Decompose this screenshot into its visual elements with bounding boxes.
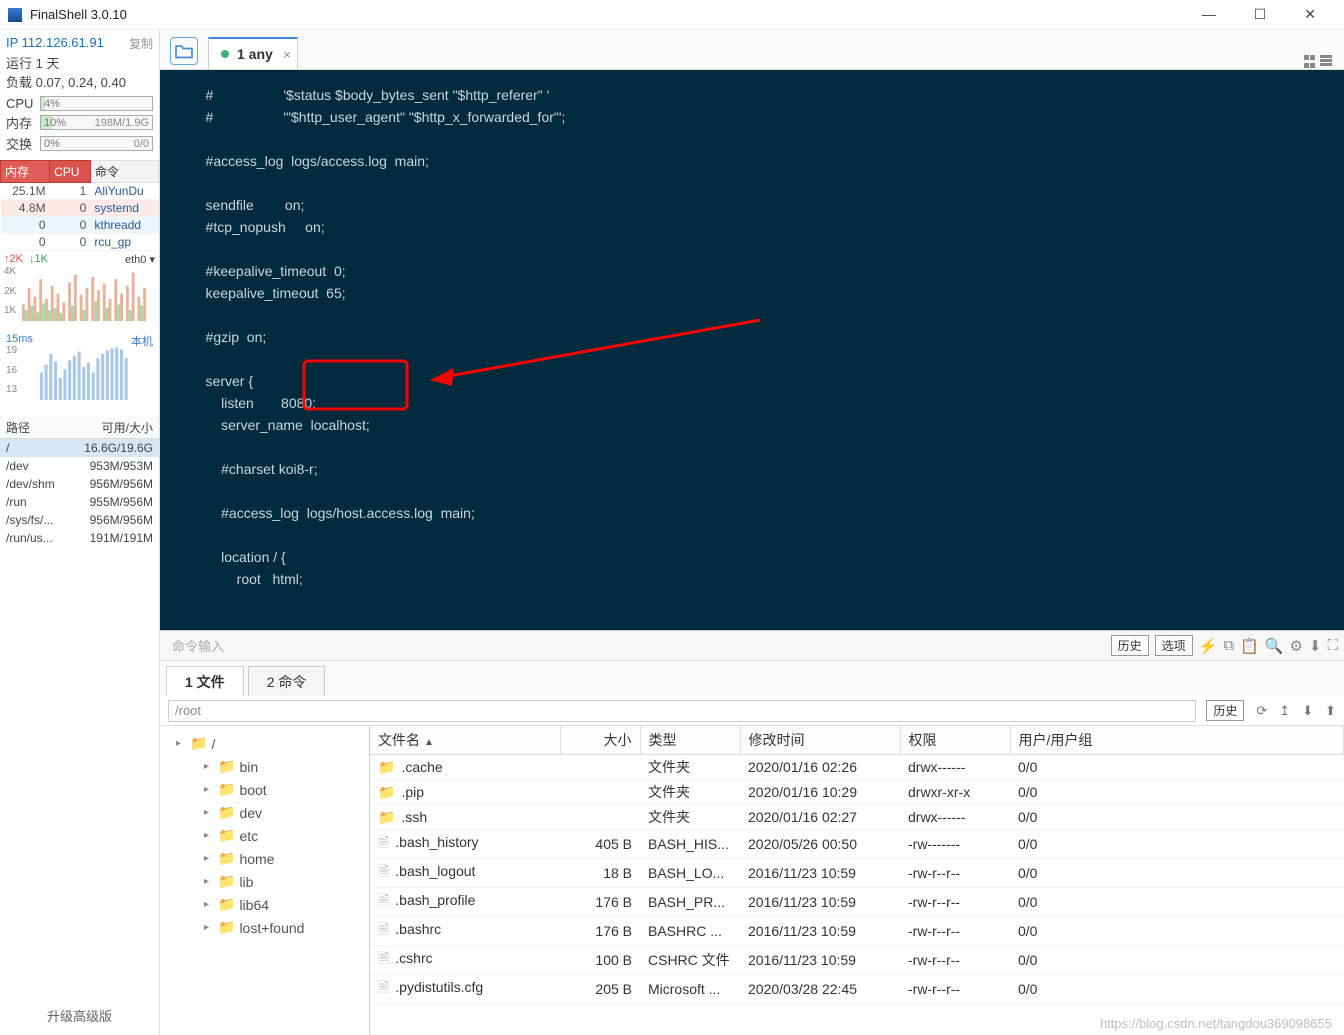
view-mode-buttons[interactable] bbox=[1304, 55, 1344, 69]
list-view-icon bbox=[1320, 55, 1334, 69]
copy-ip-button[interactable]: 复制 bbox=[129, 35, 153, 52]
open-folder-button[interactable] bbox=[170, 37, 198, 65]
file-row[interactable]: 🗎.cshrc100 BCSHRC 文件2016/11/23 10:59-rw-… bbox=[370, 946, 1344, 975]
tree-node[interactable]: ▸📁etc bbox=[164, 824, 365, 847]
tree-node[interactable]: ▸📁/ bbox=[164, 732, 365, 755]
path-bar: 历史 ⟳ ↥ ⬇ ⬆ bbox=[160, 696, 1344, 726]
minimize-button[interactable]: — bbox=[1202, 6, 1216, 23]
download-file-icon[interactable]: ⬇ bbox=[1302, 703, 1313, 719]
uptime-label: 运行 1 天 bbox=[6, 53, 153, 72]
maximize-button[interactable]: ☐ bbox=[1254, 6, 1267, 23]
file-row[interactable]: 🗎.bash_profile176 BBASH_PR...2016/11/23 … bbox=[370, 888, 1344, 917]
file-row[interactable]: 📁.pip文件夹2020/01/16 10:29drwxr-xr-x0/0 bbox=[370, 780, 1344, 805]
expand-icon[interactable]: ⛶ bbox=[1327, 637, 1338, 654]
tree-node[interactable]: ▸📁home bbox=[164, 847, 365, 870]
mem-stat: 内存 10%198M/1.9G bbox=[0, 112, 159, 133]
commands-tab[interactable]: 2 命令 bbox=[248, 666, 326, 696]
status-dot-icon bbox=[221, 50, 229, 58]
sidebar: IP 112.126.61.91 复制 运行 1 天 负载 0.07, 0.24,… bbox=[0, 30, 160, 1035]
grid-view-icon bbox=[1304, 55, 1318, 69]
file-row[interactable]: 🗎.bashrc176 BBASHRC ...2016/11/23 10:59-… bbox=[370, 917, 1344, 946]
iface-selector[interactable]: eth0 ▾ bbox=[125, 253, 155, 266]
upgrade-link[interactable]: 升级高级版 bbox=[0, 1006, 159, 1025]
tab-bar: 1 any × bbox=[160, 30, 1344, 70]
tree-node[interactable]: ▸📁lost+found bbox=[164, 916, 365, 939]
process-table: 内存 CPU 命令 25.1M1AliYunDu4.8M0systemd00kt… bbox=[0, 160, 159, 251]
refresh-icon[interactable]: ⟳ bbox=[1256, 703, 1267, 719]
main-area: 1 any × # '$status $body_bytes_sent "$ht… bbox=[160, 30, 1344, 1035]
terminal[interactable]: # '$status $body_bytes_sent "$http_refer… bbox=[160, 70, 1344, 630]
files-tab[interactable]: 1 文件 bbox=[166, 666, 244, 696]
window-controls: — ☐ ✕ bbox=[1202, 6, 1336, 23]
titlebar: FinalShell 3.0.10 — ☐ ✕ bbox=[0, 0, 1344, 30]
tree-node[interactable]: ▸📁bin bbox=[164, 755, 365, 778]
file-row[interactable]: 🗎.bash_history405 BBASH_HIS...2020/05/26… bbox=[370, 830, 1344, 859]
cpu-stat: CPU 4% bbox=[0, 95, 159, 112]
folder-tree[interactable]: ▸📁/▸📁bin▸📁boot▸📁dev▸📁etc▸📁home▸📁lib▸📁lib… bbox=[160, 726, 370, 1035]
swap-stat: 交换 0%0/0 bbox=[0, 133, 159, 154]
up-icon[interactable]: ↥ bbox=[1279, 703, 1290, 719]
tab-1[interactable]: 1 any × bbox=[208, 37, 298, 69]
path-history-button[interactable]: 历史 bbox=[1206, 700, 1244, 721]
app-icon bbox=[8, 8, 22, 22]
watermark: https://blog.csdn.net/tangdou369098655 bbox=[1100, 1016, 1332, 1031]
load-label: 负载 0.07, 0.24, 0.40 bbox=[6, 72, 153, 91]
net-chart: ↑2K ↓1K eth0 ▾ 4K2K1K bbox=[0, 251, 159, 331]
tree-node[interactable]: ▸📁dev bbox=[164, 801, 365, 824]
latency-chart: 15ms本机 191613 bbox=[0, 331, 159, 411]
file-row[interactable]: 🗎.pydistutils.cfg205 BMicrosoft ...2020/… bbox=[370, 975, 1344, 1004]
file-row[interactable]: 🗎.bash_logout18 BBASH_LO...2016/11/23 10… bbox=[370, 859, 1344, 888]
file-row[interactable]: 📁.cache文件夹2020/01/16 02:26drwx------0/0 bbox=[370, 755, 1344, 780]
upload-file-icon[interactable]: ⬆ bbox=[1325, 703, 1336, 719]
file-area: ▸📁/▸📁bin▸📁boot▸📁dev▸📁etc▸📁home▸📁lib▸📁lib… bbox=[160, 726, 1344, 1035]
file-list[interactable]: 文件名▲ 大小 类型 修改时间 权限 用户/用户组 📁.cache文件夹2020… bbox=[370, 726, 1344, 1035]
bottom-tabs: 1 文件 2 命令 bbox=[160, 660, 1344, 696]
file-row[interactable]: 📁.ssh文件夹2020/01/16 02:27drwx------0/0 bbox=[370, 805, 1344, 830]
tree-node[interactable]: ▸📁boot bbox=[164, 778, 365, 801]
close-tab-button[interactable]: × bbox=[283, 47, 291, 62]
disk-table: 路径可用/大小 /16.6G/19.6G/dev953M/953M/dev/sh… bbox=[0, 417, 159, 547]
tree-node[interactable]: ▸📁lib bbox=[164, 870, 365, 893]
window-title: FinalShell 3.0.10 bbox=[30, 7, 127, 22]
close-button[interactable]: ✕ bbox=[1304, 6, 1316, 23]
path-input[interactable] bbox=[168, 700, 1196, 722]
ip-label: IP 112.126.61.91 bbox=[6, 35, 104, 52]
tree-node[interactable]: ▸📁lib64 bbox=[164, 893, 365, 916]
